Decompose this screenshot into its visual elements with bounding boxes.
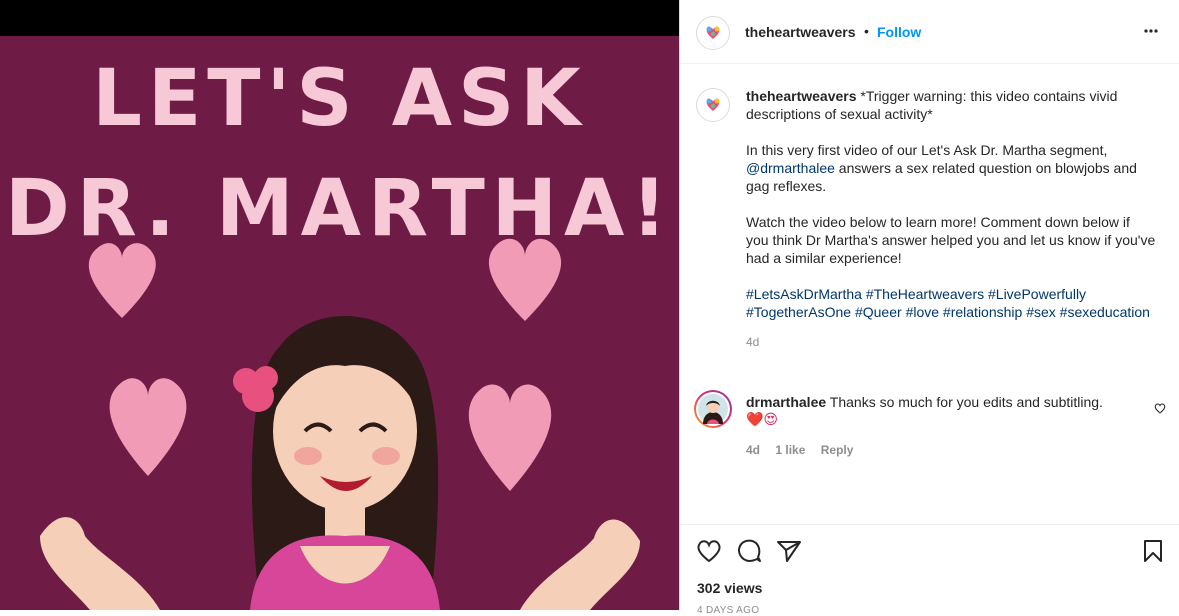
hashtag-link[interactable]: #LivePowerfully xyxy=(988,286,1086,302)
comment: drmarthalee Thanks so much for you edits… xyxy=(746,393,1136,429)
heart-icon-decor-1 xyxy=(88,243,156,318)
heartweavers-logo-icon xyxy=(706,98,720,111)
story-ring[interactable] xyxy=(694,390,732,428)
media-top-bar xyxy=(0,0,679,36)
post-date: 4 DAYS AGO xyxy=(697,605,760,616)
caption-para2-text: In this very first video of our Let's As… xyxy=(746,142,1108,158)
hashtag-link[interactable]: #TogetherAsOne xyxy=(746,304,851,320)
caption-username[interactable]: theheartweavers xyxy=(746,88,857,104)
comment-likes[interactable]: 1 like xyxy=(775,443,805,457)
caption-avatar[interactable] xyxy=(696,88,730,122)
hashtag-list: #LetsAskDrMartha #TheHeartweavers #LiveP… xyxy=(746,285,1156,321)
comment-emoji: ❤️😍 xyxy=(746,412,779,428)
hashtag-link[interactable]: #sex xyxy=(1026,304,1056,320)
caption-timestamp[interactable]: 4d xyxy=(746,333,1156,351)
hashtag-link[interactable]: #sexeducation xyxy=(1060,304,1150,320)
comment-time[interactable]: 4d xyxy=(746,443,760,457)
share-icon[interactable] xyxy=(776,539,802,563)
hashtag-link[interactable]: #relationship xyxy=(943,304,1022,320)
caption: theheartweavers *Trigger warning: this v… xyxy=(746,87,1156,351)
header-dot: • xyxy=(864,23,869,39)
heartweavers-logo-icon xyxy=(706,26,720,39)
caption-paragraph-3: Watch the video below to learn more! Com… xyxy=(746,214,1156,266)
comment-reply-button[interactable]: Reply xyxy=(821,443,854,457)
video-illustration xyxy=(40,238,640,610)
follow-button[interactable]: Follow xyxy=(877,24,921,40)
heart-icon[interactable] xyxy=(696,539,722,563)
video-frame[interactable]: LET'S ASK DR. MARTHA! xyxy=(0,36,679,610)
avatar[interactable] xyxy=(696,16,730,50)
hashtag-link[interactable]: #Queer xyxy=(855,304,902,320)
caption-paragraph-2: In this very first video of our Let's As… xyxy=(746,141,1156,195)
commenter-avatar[interactable] xyxy=(698,394,728,424)
mention-link[interactable]: @drmarthalee xyxy=(746,160,835,176)
hashtag-link[interactable]: #LetsAskDrMartha xyxy=(746,286,862,302)
comment-text: Thanks so much for you edits and subtitl… xyxy=(826,394,1103,410)
view-count[interactable]: 302 views xyxy=(697,580,762,596)
post-header: theheartweavers • Follow xyxy=(680,0,1179,64)
more-horizontal-icon[interactable] xyxy=(1143,27,1159,35)
post-sidebar: theheartweavers • Follow theheartweavers… xyxy=(679,0,1179,616)
comment-meta: 4d 1 like Reply xyxy=(746,443,853,457)
hashtag-link[interactable]: #TheHeartweavers xyxy=(866,286,984,302)
comment-icon[interactable] xyxy=(736,538,762,564)
caption-line-1: theheartweavers *Trigger warning: this v… xyxy=(746,87,1156,123)
action-section: 302 views 4 DAYS AGO xyxy=(680,524,1179,616)
hashtag-link[interactable]: #love xyxy=(906,304,939,320)
post-media[interactable]: LET'S ASK DR. MARTHA! xyxy=(0,0,679,610)
bookmark-icon[interactable] xyxy=(1142,539,1164,563)
comment-username[interactable]: drmarthalee xyxy=(746,394,826,410)
header-username[interactable]: theheartweavers xyxy=(745,24,856,40)
comment-like-heart-icon[interactable] xyxy=(1154,403,1166,414)
